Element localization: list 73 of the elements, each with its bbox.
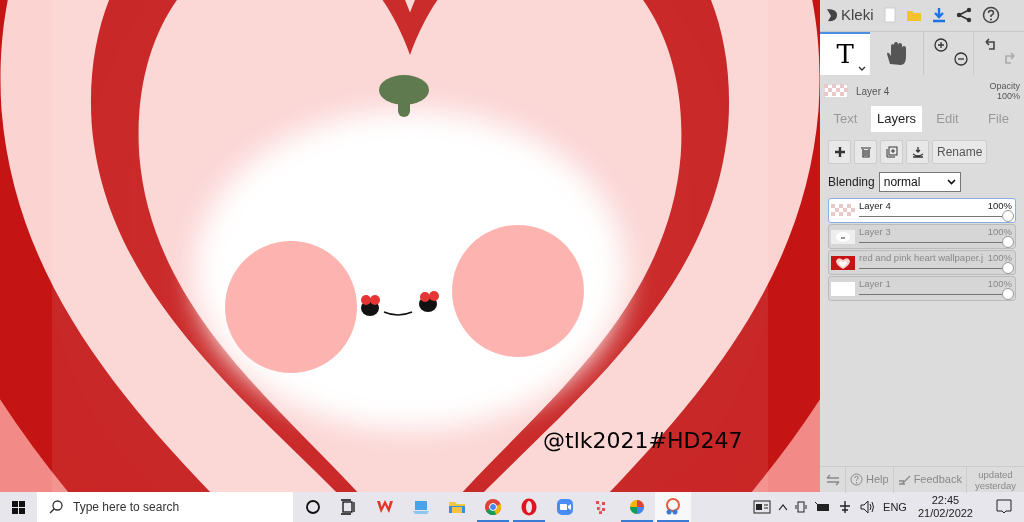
opacity-slider[interactable] bbox=[859, 211, 1012, 221]
search-box[interactable]: Type here to search bbox=[37, 492, 293, 522]
opacity-label: Opacity bbox=[989, 81, 1020, 91]
merge-icon bbox=[911, 146, 924, 158]
layer-thumbnail bbox=[824, 84, 848, 98]
start-icon[interactable] bbox=[12, 500, 25, 514]
palette-icon bbox=[663, 497, 683, 517]
layer-row[interactable]: Layer 1 100% bbox=[828, 276, 1016, 301]
plus-icon bbox=[833, 146, 846, 158]
zoom-out-icon[interactable] bbox=[953, 52, 968, 66]
slider-thumb[interactable] bbox=[1002, 236, 1014, 248]
blending-label: Blending bbox=[828, 174, 875, 191]
clock[interactable]: 22:45 21/02/2022 bbox=[913, 494, 977, 520]
layer-opacity: 100% bbox=[987, 278, 1012, 289]
app-logo: Kleki bbox=[841, 4, 874, 25]
notification-icon[interactable] bbox=[996, 499, 1012, 515]
slider-thumb[interactable] bbox=[1002, 262, 1014, 274]
help-icon bbox=[850, 473, 863, 486]
opacity-value: 100% bbox=[996, 91, 1020, 101]
blending-dropdown[interactable]: normal bbox=[878, 172, 961, 192]
browser-icon bbox=[483, 497, 503, 517]
layer-name: red and pink heart wallpaper.j bbox=[859, 252, 984, 263]
download-icon[interactable] bbox=[931, 7, 946, 23]
layer-name: Layer 1 bbox=[859, 278, 891, 289]
share-icon[interactable] bbox=[955, 7, 972, 23]
layer-row[interactable]: Layer 3 100% bbox=[828, 224, 1016, 249]
layer-thumbnail bbox=[831, 229, 855, 244]
layer-name: Layer 4 bbox=[859, 200, 891, 211]
news-icon[interactable] bbox=[753, 500, 772, 514]
update-note: updated yesterday bbox=[973, 468, 1018, 491]
layer-opacity: 100% bbox=[987, 252, 1012, 263]
language-indicator[interactable]: ENG bbox=[883, 498, 907, 516]
ring-icon bbox=[519, 497, 539, 517]
caret-icon bbox=[946, 179, 956, 185]
copy-icon bbox=[885, 146, 898, 158]
layer-thumbnail bbox=[831, 203, 855, 218]
swap-icon[interactable] bbox=[825, 473, 840, 486]
add-layer-button[interactable] bbox=[828, 140, 851, 164]
opacity-slider[interactable] bbox=[859, 263, 1012, 273]
layer-name: Layer 3 bbox=[859, 226, 891, 237]
chevron-up-icon[interactable] bbox=[778, 503, 789, 511]
search-icon bbox=[49, 500, 63, 514]
zoom-in-icon[interactable] bbox=[933, 38, 948, 52]
layer-name: Layer 4 bbox=[856, 84, 891, 99]
help-icon[interactable] bbox=[981, 6, 1000, 24]
merge-layer-button[interactable] bbox=[906, 140, 929, 164]
color-wheel-icon bbox=[627, 497, 647, 517]
caret-icon bbox=[858, 66, 867, 71]
camera-icon bbox=[555, 497, 575, 517]
layer-thumbnail bbox=[831, 255, 855, 270]
battery-icon[interactable] bbox=[814, 501, 831, 513]
tab[interactable]: Layers bbox=[871, 106, 922, 132]
logo-icon bbox=[824, 7, 840, 23]
trash-icon bbox=[859, 146, 872, 158]
hand-icon bbox=[884, 41, 907, 66]
volume-icon[interactable] bbox=[860, 500, 877, 514]
opacity-slider[interactable] bbox=[859, 237, 1012, 247]
pen-icon bbox=[897, 473, 911, 486]
slider-thumb[interactable] bbox=[1002, 288, 1014, 300]
tab[interactable]: Edit bbox=[922, 106, 973, 132]
rename-button[interactable]: Rename bbox=[932, 140, 988, 164]
device-icon[interactable] bbox=[795, 500, 808, 514]
text-tool-button[interactable]: T bbox=[820, 32, 871, 75]
layer-row[interactable]: Layer 4 100% bbox=[828, 198, 1016, 223]
tab[interactable]: Text bbox=[820, 106, 871, 132]
layer-opacity: 100% bbox=[987, 226, 1012, 237]
tab[interactable]: File bbox=[973, 106, 1024, 132]
opacity-slider[interactable] bbox=[859, 289, 1012, 299]
slider-thumb[interactable] bbox=[1002, 210, 1014, 222]
layer-thumbnail bbox=[831, 281, 855, 296]
layer-row[interactable]: red and pink heart wallpaper.j 100% bbox=[828, 250, 1016, 275]
circle-icon bbox=[303, 497, 323, 517]
layer-opacity: 100% bbox=[987, 200, 1012, 211]
